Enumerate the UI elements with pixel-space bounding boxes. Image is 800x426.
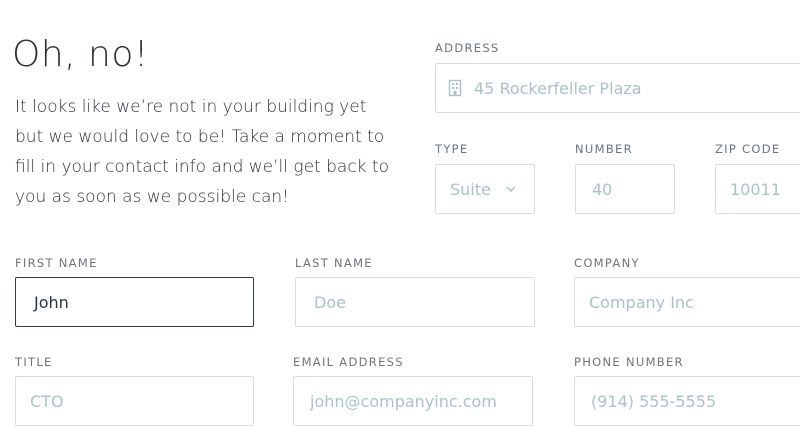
page-title: Oh, no! — [12, 34, 149, 75]
title-label: TITLE — [15, 355, 53, 369]
title-field[interactable]: CTO — [15, 376, 254, 426]
last-name-label: LAST NAME — [295, 256, 373, 270]
first-name-label: FIRST NAME — [15, 256, 98, 270]
email-placeholder: john@companyinc.com — [310, 391, 497, 411]
address-label: ADDRESS — [435, 41, 500, 55]
last-name-placeholder: Doe — [314, 292, 346, 312]
type-selected-value: Suite — [450, 179, 491, 199]
type-select[interactable]: Suite — [435, 164, 535, 214]
last-name-field[interactable]: Doe — [295, 277, 535, 327]
building-icon — [448, 79, 462, 97]
company-label: COMPANY — [574, 256, 640, 270]
zip-code-label: ZIP CODE — [715, 142, 781, 156]
zip-code-placeholder: 10011 — [730, 179, 781, 199]
zip-code-field[interactable]: 10011 — [715, 164, 800, 214]
company-placeholder: Company Inc — [589, 292, 694, 312]
email-address-label: EMAIL ADDRESS — [293, 355, 404, 369]
company-field[interactable]: Company Inc — [574, 277, 800, 327]
chevron-down-icon — [506, 182, 516, 196]
phone-number-placeholder: (914) 555-5555 — [591, 391, 717, 411]
title-placeholder: CTO — [30, 391, 64, 411]
number-label: NUMBER — [575, 142, 633, 156]
number-field[interactable]: 40 — [575, 164, 675, 214]
intro-message: It looks like we’re not in your building… — [15, 97, 389, 207]
number-placeholder: 40 — [592, 179, 613, 199]
address-placeholder: 45 Rockerfeller Plaza — [474, 78, 642, 98]
first-name-field[interactable]: John — [15, 277, 254, 327]
email-field[interactable]: john@companyinc.com — [293, 376, 533, 426]
address-field[interactable]: 45 Rockerfeller Plaza — [435, 63, 800, 113]
phone-number-label: PHONE NUMBER — [574, 355, 684, 369]
first-name-value: John — [34, 292, 69, 312]
type-label: TYPE — [435, 142, 469, 156]
phone-number-field[interactable]: (914) 555-5555 — [574, 376, 800, 426]
